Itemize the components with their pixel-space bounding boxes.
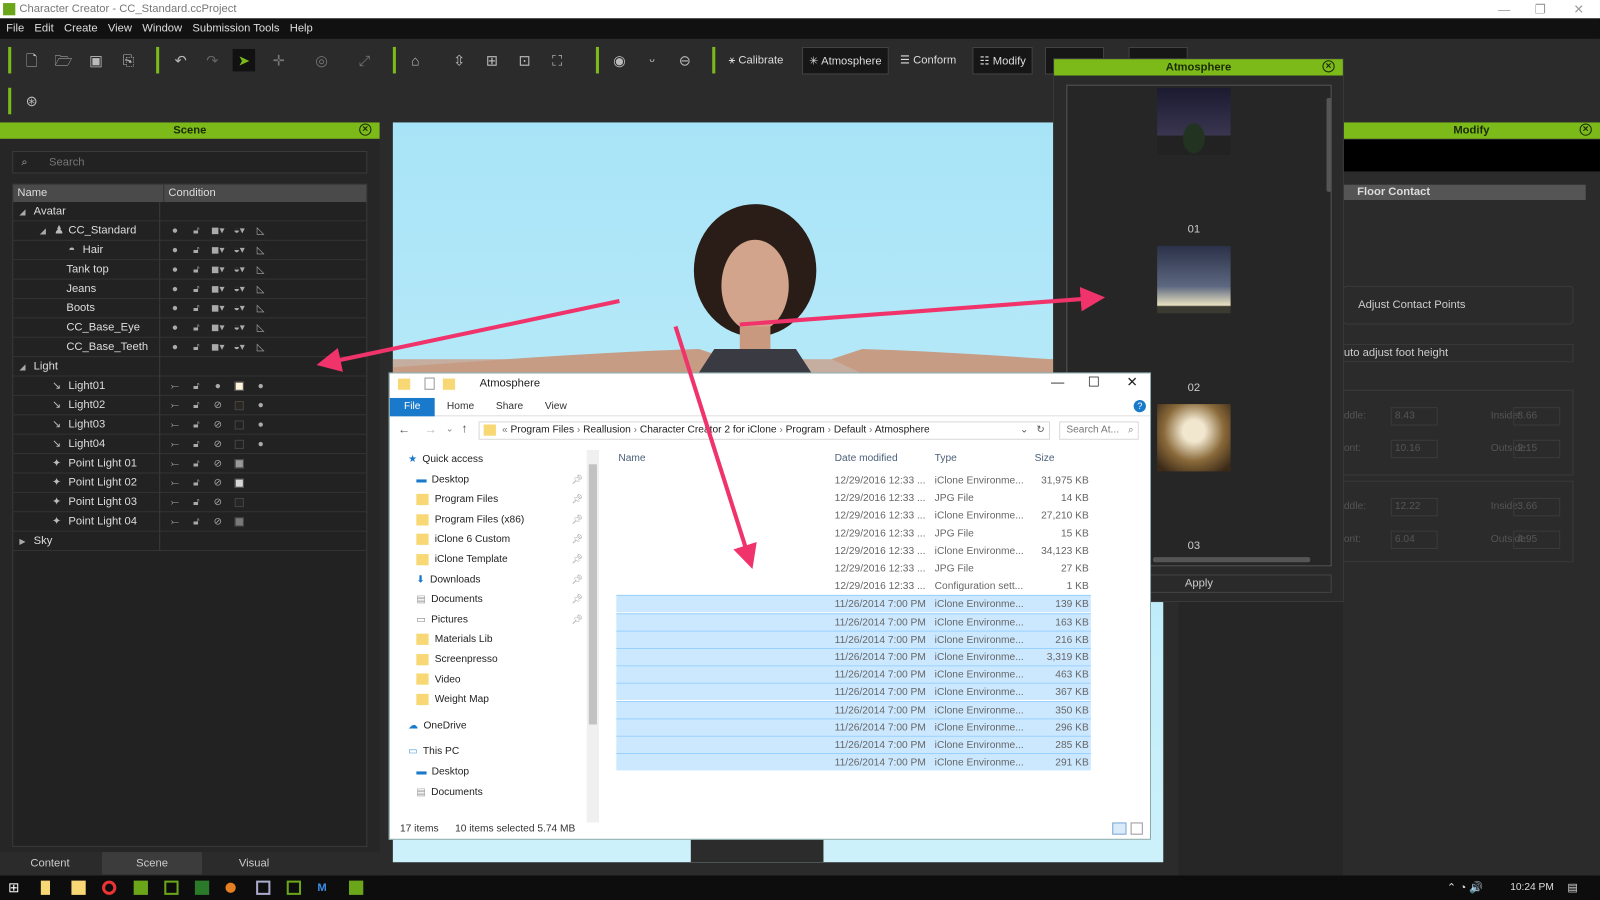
taskbar: ⊞ M ⌃ ◔ 🔊 10:24 PM ▤ (0, 875, 1600, 900)
arrow-to-files (673, 325, 757, 570)
window-app-icon[interactable] (256, 880, 271, 895)
blender-icon[interactable] (225, 882, 236, 893)
app-window: Character Creator - CC_Standard.ccProjec… (0, 0, 1600, 900)
start-icon[interactable]: ⊞ (8, 880, 22, 895)
character-creator-icon-2[interactable] (348, 880, 364, 895)
file-explorer-icon[interactable] (71, 880, 86, 895)
arrow-to-light (316, 299, 620, 372)
excel-icon[interactable] (194, 880, 210, 895)
character-creator-icon[interactable] (133, 880, 148, 895)
malwarebytes-icon[interactable]: M (317, 881, 331, 895)
clock[interactable]: 10:24 PM (1510, 882, 1554, 893)
tray-icons[interactable]: ⌃ ◔ 🔊 (1447, 881, 1483, 894)
sticky-notes-icon[interactable] (40, 880, 50, 895)
iclone-icon[interactable] (164, 880, 179, 895)
opera-icon[interactable] (102, 880, 117, 895)
annotation-arrows (316, 286, 1106, 570)
arrow-to-atmosphere (739, 286, 1106, 327)
iclone-icon-2[interactable] (286, 880, 302, 895)
action-center-icon[interactable]: ▤ (1567, 881, 1578, 894)
